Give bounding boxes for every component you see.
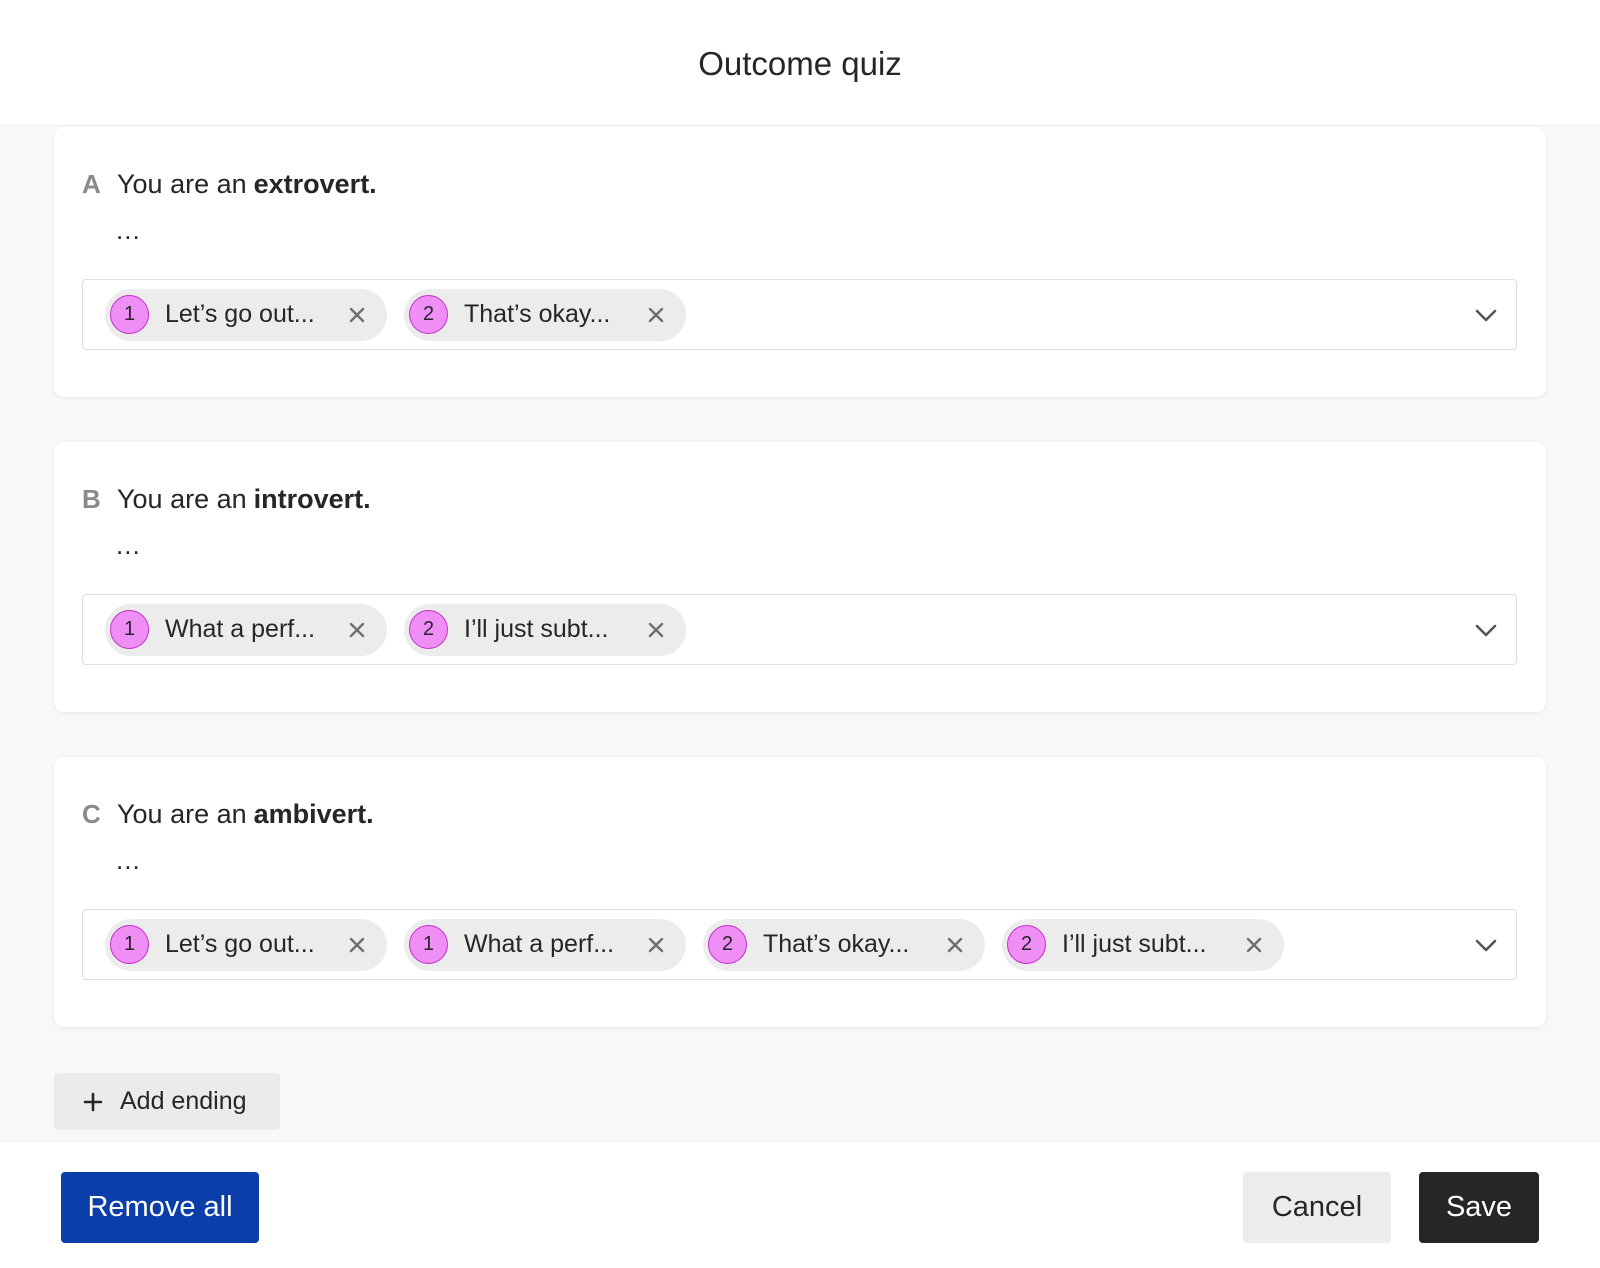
question-number-badge: 1 bbox=[110, 610, 149, 649]
answer-chip-label: That’s okay... bbox=[464, 300, 611, 328]
close-icon[interactable] bbox=[345, 618, 369, 642]
question-number-badge: 2 bbox=[1007, 925, 1046, 964]
answer-chip: 1 What a perf... bbox=[404, 918, 686, 971]
answer-chip-label: Let’s go out... bbox=[165, 300, 315, 328]
answer-chip-label: Let’s go out... bbox=[165, 930, 315, 958]
modal-header: Outcome quiz bbox=[0, 0, 1600, 126]
answer-chip: 1 Let’s go out... bbox=[105, 918, 387, 971]
question-number-badge: 1 bbox=[110, 295, 149, 334]
add-ending-button[interactable]: Add ending bbox=[54, 1073, 280, 1130]
page-title: Outcome quiz bbox=[698, 44, 902, 82]
endings-list: A You are an extrovert. ... 1 Let’s go o… bbox=[0, 127, 1600, 1141]
answer-chip-label: What a perf... bbox=[464, 930, 615, 958]
ending-title-outcome: introvert. bbox=[253, 484, 371, 514]
close-icon[interactable] bbox=[644, 618, 668, 642]
ending-letter: B bbox=[82, 484, 101, 514]
ending-card-c: C You are an ambivert. ... 1 Let’s go ou… bbox=[54, 757, 1546, 1027]
chevron-down-icon[interactable] bbox=[1474, 619, 1498, 643]
close-icon[interactable] bbox=[1242, 933, 1266, 957]
ending-description[interactable]: ... bbox=[116, 845, 141, 876]
ending-title-prefix: You are an bbox=[117, 169, 247, 199]
chevron-down-icon[interactable] bbox=[1474, 934, 1498, 958]
ending-title-outcome: extrovert. bbox=[253, 169, 377, 199]
question-number-badge: 2 bbox=[409, 610, 448, 649]
answer-chip-label: That’s okay... bbox=[763, 930, 910, 958]
cancel-button[interactable]: Cancel bbox=[1243, 1172, 1391, 1243]
question-number-badge: 2 bbox=[708, 925, 747, 964]
ending-description[interactable]: ... bbox=[116, 215, 141, 246]
answer-chip: 2 That’s okay... bbox=[404, 288, 686, 341]
question-number-badge: 2 bbox=[409, 295, 448, 334]
ending-title: A You are an extrovert. bbox=[82, 169, 377, 200]
answer-chip-label: What a perf... bbox=[165, 615, 316, 643]
ending-description[interactable]: ... bbox=[116, 530, 141, 561]
ending-title: B You are an introvert. bbox=[82, 484, 371, 515]
close-icon[interactable] bbox=[345, 303, 369, 327]
answers-select[interactable]: 1 Let’s go out... 1 What a perf... 2 Tha… bbox=[82, 909, 1517, 980]
answer-chip: 2 I’ll just subt... bbox=[1002, 918, 1284, 971]
modal-footer: Remove all Cancel Save bbox=[0, 1141, 1600, 1268]
question-number-badge: 1 bbox=[110, 925, 149, 964]
close-icon[interactable] bbox=[644, 933, 668, 957]
close-icon[interactable] bbox=[345, 933, 369, 957]
ending-card-b: B You are an introvert. ... 1 What a per… bbox=[54, 442, 1546, 712]
close-icon[interactable] bbox=[943, 933, 967, 957]
add-ending-label: Add ending bbox=[120, 1087, 247, 1115]
save-button[interactable]: Save bbox=[1419, 1172, 1539, 1243]
answer-chip-label: I’ll just subt... bbox=[464, 615, 609, 643]
ending-title-prefix: You are an bbox=[117, 484, 247, 514]
answer-chip: 1 What a perf... bbox=[105, 603, 387, 656]
remove-all-button[interactable]: Remove all bbox=[61, 1172, 259, 1243]
ending-letter: A bbox=[82, 169, 101, 199]
ending-title: C You are an ambivert. bbox=[82, 799, 374, 830]
plus-icon bbox=[82, 1091, 104, 1113]
ending-title-prefix: You are an bbox=[117, 799, 247, 829]
ending-title-outcome: ambivert. bbox=[253, 799, 374, 829]
answers-select[interactable]: 1 What a perf... 2 I’ll just subt... bbox=[82, 594, 1517, 665]
ending-letter: C bbox=[82, 799, 101, 829]
answer-chip: 2 I’ll just subt... bbox=[404, 603, 686, 656]
answer-chip-label: I’ll just subt... bbox=[1062, 930, 1207, 958]
answer-chip: 2 That’s okay... bbox=[703, 918, 985, 971]
question-number-badge: 1 bbox=[409, 925, 448, 964]
answer-chip: 1 Let’s go out... bbox=[105, 288, 387, 341]
ending-card-a: A You are an extrovert. ... 1 Let’s go o… bbox=[54, 127, 1546, 397]
close-icon[interactable] bbox=[644, 303, 668, 327]
answers-select[interactable]: 1 Let’s go out... 2 That’s okay... bbox=[82, 279, 1517, 350]
chevron-down-icon[interactable] bbox=[1474, 304, 1498, 328]
